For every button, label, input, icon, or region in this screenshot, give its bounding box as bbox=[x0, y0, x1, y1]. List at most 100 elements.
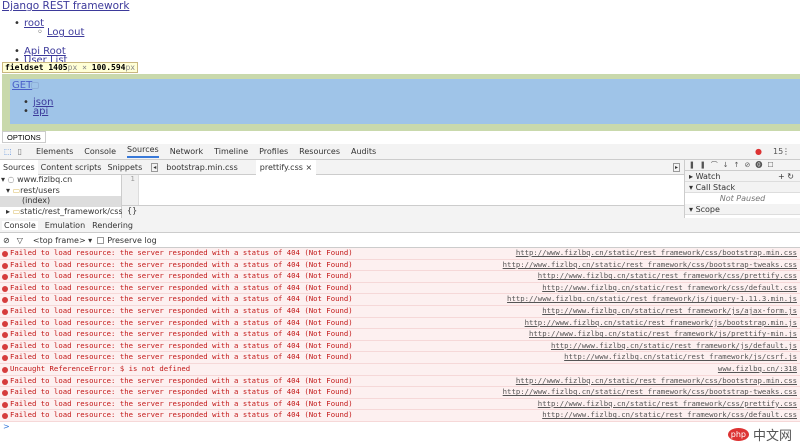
error-icon bbox=[2, 343, 8, 350]
logout-link[interactable]: Log out bbox=[47, 27, 84, 38]
file-tab-prettify[interactable]: prettify.css × bbox=[255, 159, 317, 175]
error-icon bbox=[2, 308, 8, 315]
message-source-link[interactable]: www.fizlbq.cn/:318 bbox=[718, 364, 797, 373]
scope-section[interactable]: ▾ Scope bbox=[685, 204, 800, 215]
tree-item-index[interactable]: (index) bbox=[0, 196, 121, 207]
tree-item-domain[interactable]: ▾ ◌ www.fizlbq.cn bbox=[0, 175, 121, 186]
code-editor[interactable]: 1 {} bbox=[122, 175, 684, 218]
message-source-link[interactable]: http://www.fizlbq.cn/static/rest_framewo… bbox=[564, 352, 797, 361]
tree-item-folder[interactable]: ▸ ▭static/rest_framework/css bbox=[0, 206, 123, 218]
drawer-tab-emulation[interactable]: Emulation bbox=[45, 221, 85, 230]
tab-console[interactable]: Console bbox=[84, 147, 116, 156]
console-error-message: Failed to load resource: the server resp… bbox=[0, 398, 800, 411]
nav-tab-content-scripts[interactable]: Content scripts bbox=[38, 163, 105, 172]
drawer-tabs: Console Emulation Rendering bbox=[0, 218, 800, 233]
options-button[interactable]: OPTIONS bbox=[2, 131, 46, 143]
folder-icon: ▭ bbox=[12, 185, 21, 195]
message-source-link[interactable]: http://www.fizlbq.cn/static/rest_framewo… bbox=[525, 318, 797, 327]
message-source-link[interactable]: http://www.fizlbq.cn/static/rest_framewo… bbox=[538, 271, 797, 280]
file-tab-bootstrap[interactable]: bootstrap.min.css bbox=[166, 163, 237, 172]
tab-audits[interactable]: Audits bbox=[351, 147, 376, 156]
nav-tab-sources[interactable]: Sources bbox=[0, 159, 38, 175]
user-menu: root Log out bbox=[14, 19, 84, 38]
message-source-link[interactable]: http://www.fizlbq.cn/static/rest_framewo… bbox=[538, 399, 797, 408]
console-error-message: Failed to load resource: the server resp… bbox=[0, 410, 800, 422]
inspect-icon[interactable]: ⬚ bbox=[4, 147, 12, 156]
toggle-navigator-icon[interactable]: ◂ bbox=[151, 162, 159, 172]
preserve-log-checkbox[interactable] bbox=[97, 236, 105, 244]
message-text: Failed to load resource: the server resp… bbox=[10, 410, 353, 420]
console-error-message: Failed to load resource: the server resp… bbox=[0, 294, 800, 306]
drawer-tab-console[interactable]: Console bbox=[2, 220, 38, 230]
tree-item-folder[interactable]: ▾ ▭rest/users bbox=[0, 186, 121, 197]
tab-profiles[interactable]: Profiles bbox=[259, 147, 288, 156]
pretty-print-button[interactable]: {} bbox=[127, 206, 137, 215]
error-icon bbox=[2, 320, 8, 327]
console-error-message: Failed to load resource: the server resp… bbox=[0, 317, 800, 330]
message-text: Failed to load resource: the server resp… bbox=[10, 248, 353, 257]
error-icon bbox=[2, 413, 8, 420]
message-text: Failed to load resource: the server resp… bbox=[10, 259, 353, 269]
error-icon bbox=[2, 297, 8, 304]
tab-resources[interactable]: Resources bbox=[299, 147, 340, 156]
console-messages: Failed to load resource: the server resp… bbox=[0, 248, 800, 433]
drawer-tab-rendering[interactable]: Rendering bbox=[92, 221, 133, 230]
message-text: Failed to load resource: the server resp… bbox=[10, 329, 353, 339]
tab-network[interactable]: Network bbox=[170, 147, 203, 156]
device-mode-icon[interactable]: ▯ bbox=[18, 147, 22, 156]
filter-icon[interactable]: ▽ bbox=[17, 236, 23, 245]
message-source-link[interactable]: http://www.fizlbq.cn/static/rest_framewo… bbox=[542, 283, 797, 292]
get-button[interactable]: GET bbox=[12, 80, 32, 91]
console-error-message: Failed to load resource: the server resp… bbox=[0, 259, 800, 272]
console-error-message: Failed to load resource: the server resp… bbox=[0, 340, 800, 353]
error-icon bbox=[2, 390, 8, 397]
inspect-tooltip: fieldset 1405px × 100.594px bbox=[2, 62, 139, 73]
message-source-link[interactable]: http://www.fizlbq.cn/static/rest_framewo… bbox=[551, 341, 797, 350]
error-icon bbox=[2, 401, 8, 408]
frame-selector[interactable]: <top frame> ▾ bbox=[33, 236, 92, 245]
clear-console-icon[interactable]: ⊘ bbox=[3, 236, 10, 245]
message-source-link[interactable]: http://www.fizlbq.cn/static/rest_framewo… bbox=[516, 248, 797, 257]
message-source-link[interactable]: http://www.fizlbq.cn/static/rest_framewo… bbox=[503, 260, 797, 269]
error-icon bbox=[2, 274, 8, 281]
message-source-link[interactable]: http://www.fizlbq.cn/static/rest_framewo… bbox=[529, 329, 797, 338]
error-icon bbox=[2, 366, 8, 373]
preserve-log-label: Preserve log bbox=[107, 235, 157, 245]
browser-page: Django REST framework root Log out Api R… bbox=[0, 0, 800, 143]
watermark: php 中文网 bbox=[727, 425, 792, 444]
message-text: Failed to load resource: the server resp… bbox=[10, 375, 353, 385]
message-source-link[interactable]: http://www.fizlbq.cn/static/rest_framewo… bbox=[542, 410, 797, 419]
close-tab-icon[interactable]: × bbox=[305, 163, 312, 172]
watch-section[interactable]: ▸ Watch + ↻ bbox=[685, 171, 800, 182]
message-source-link[interactable]: http://www.fizlbq.cn/static/rest_framewo… bbox=[516, 376, 797, 385]
message-source-link[interactable]: http://www.fizlbq.cn/static/rest_framewo… bbox=[503, 387, 797, 396]
message-source-link[interactable]: http://www.fizlbq.cn/static/rest_framewo… bbox=[542, 306, 797, 315]
format-api-link[interactable]: api bbox=[33, 106, 48, 117]
more-icon[interactable]: ⋮ bbox=[782, 147, 790, 156]
console-error-message: Failed to load resource: the server resp… bbox=[0, 352, 800, 364]
message-text: Failed to load resource: the server resp… bbox=[10, 352, 353, 362]
not-paused-text: Not Paused bbox=[719, 194, 766, 203]
format-dropdown[interactable] bbox=[31, 82, 39, 89]
devtools-tabbar: ⬚ ▯ Elements Console Sources Network Tim… bbox=[0, 144, 800, 160]
message-text: Failed to load resource: the server resp… bbox=[10, 305, 353, 315]
message-text: Failed to load resource: the server resp… bbox=[10, 398, 353, 408]
tab-timeline[interactable]: Timeline bbox=[214, 147, 248, 156]
message-text: Failed to load resource: the server resp… bbox=[10, 271, 353, 281]
file-tree: ▾ ◌ www.fizlbq.cn ▾ ▭rest/users (index) … bbox=[0, 175, 123, 218]
toggle-debugger-icon[interactable]: ▸ bbox=[673, 162, 681, 172]
console-error-message: Failed to load resource: the server resp… bbox=[0, 248, 800, 260]
message-source-link[interactable]: http://www.fizlbq.cn/static/rest_framewo… bbox=[507, 294, 797, 303]
tab-sources[interactable]: Sources bbox=[127, 145, 159, 158]
folder-icon: ▭ bbox=[12, 206, 21, 216]
message-text: Failed to load resource: the server resp… bbox=[10, 282, 353, 292]
line-number: 1 bbox=[122, 175, 139, 205]
message-text: Failed to load resource: the server resp… bbox=[10, 387, 353, 397]
console-error-message: Failed to load resource: the server resp… bbox=[0, 375, 800, 388]
console-prompt[interactable]: > bbox=[0, 422, 800, 433]
debugger-controls[interactable]: ❚❚⌒↓↑⊘⓿☐ bbox=[685, 160, 800, 171]
nav-tab-snippets[interactable]: Snippets bbox=[104, 163, 145, 172]
tab-elements[interactable]: Elements bbox=[36, 147, 73, 156]
call-stack-section[interactable]: ▾ Call Stack bbox=[685, 182, 800, 193]
site-title-link[interactable]: Django REST framework bbox=[2, 0, 129, 12]
